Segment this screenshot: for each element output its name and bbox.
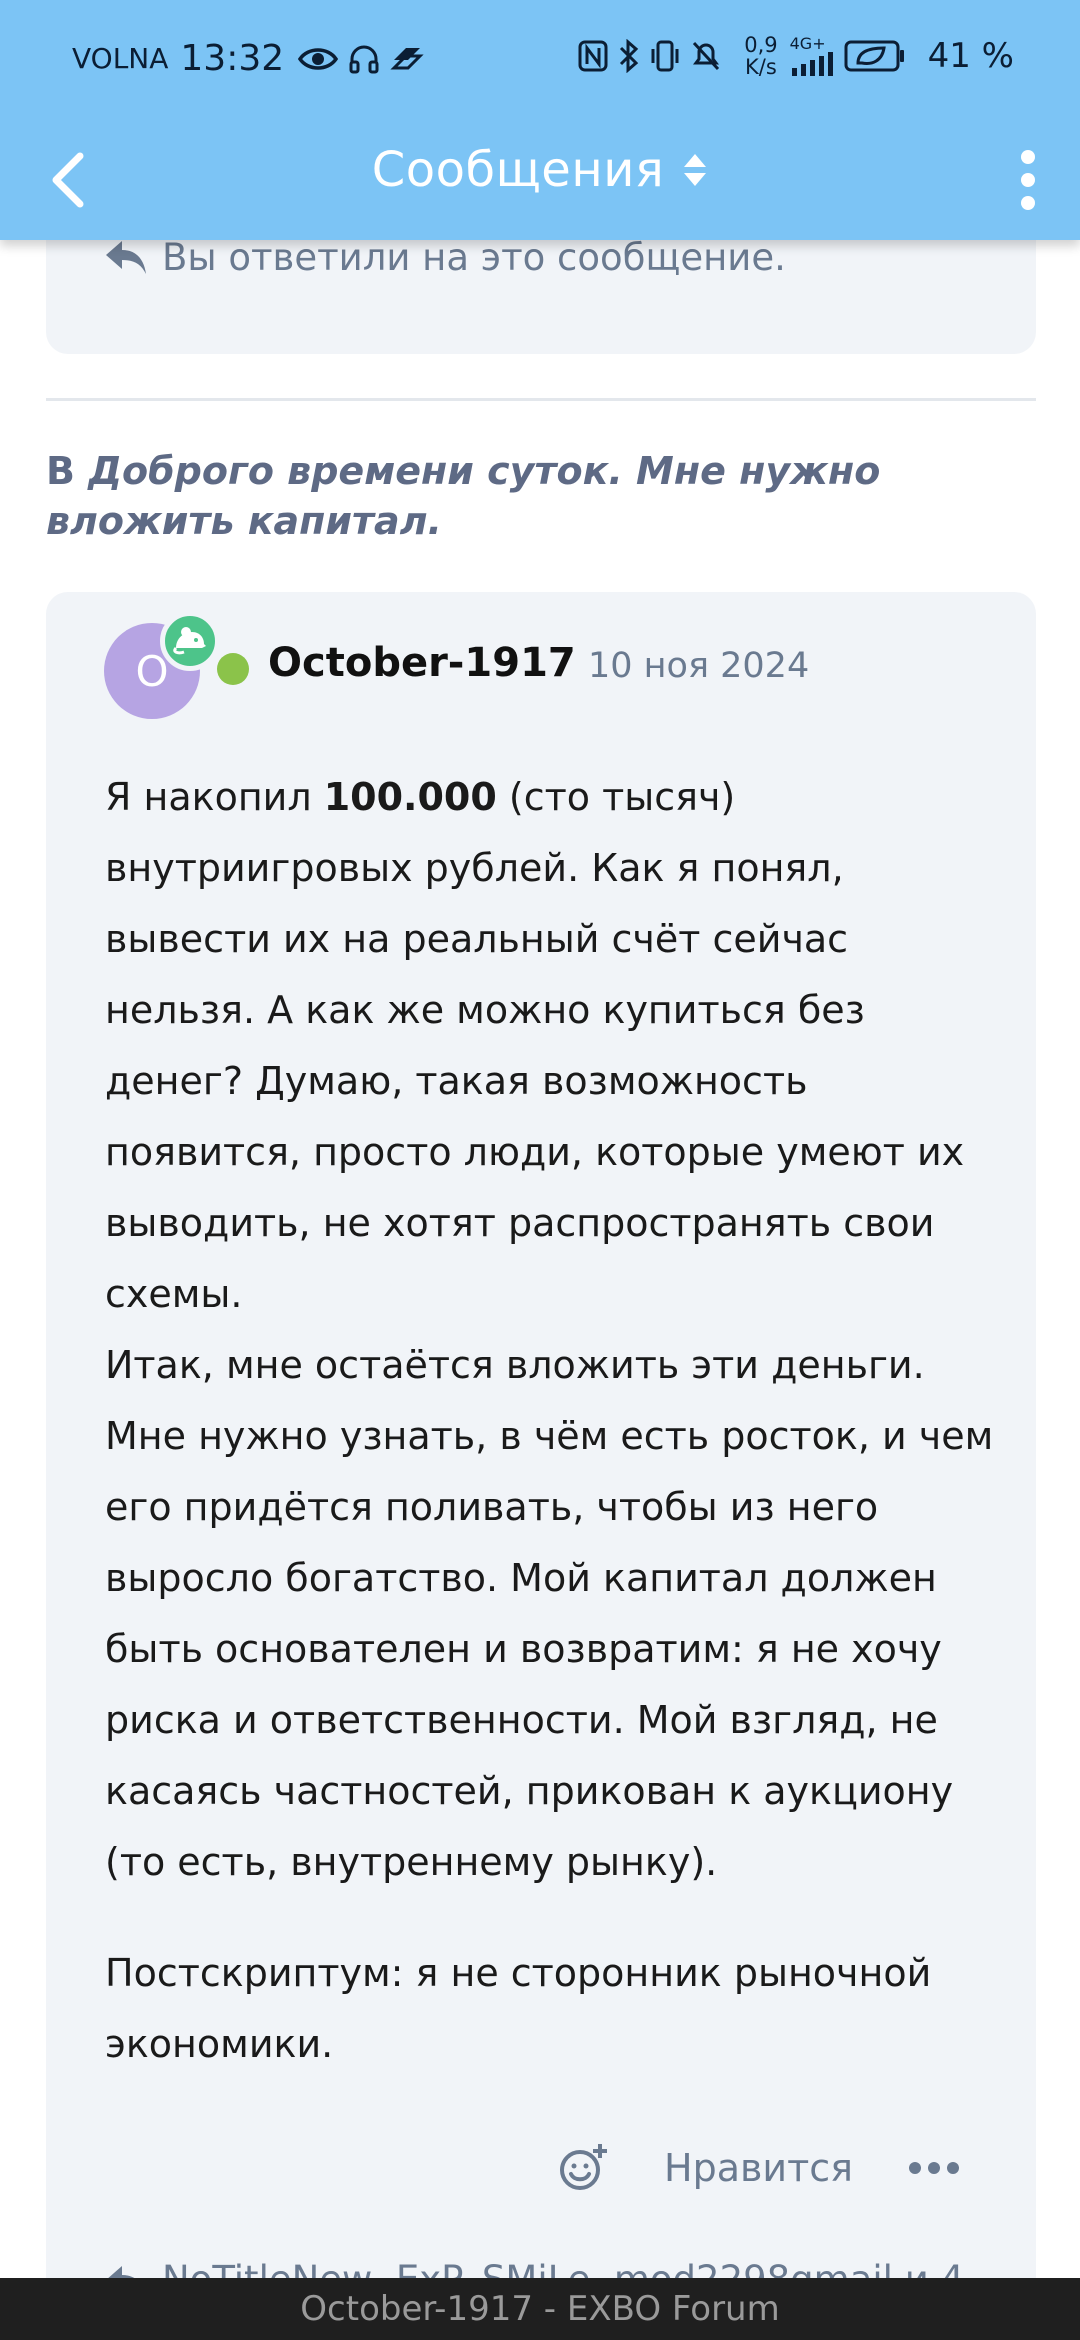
rat-badge-icon — [160, 611, 220, 671]
signal-icon: 4G+ — [790, 36, 834, 76]
post-paragraph-3: Постскриптум: я не сторонник рыночной эк… — [105, 1951, 932, 2066]
screen: VOLNA 13:32 0,9 K/s 4G+ 41 % Сообщения В… — [0, 0, 1080, 2340]
more-dot — [927, 2162, 940, 2174]
post-paragraph-1: Я накопил 100.000 (сто тысяч) внутриигро… — [105, 762, 995, 1330]
battery-icon — [844, 39, 906, 73]
app-bar: Сообщения — [0, 120, 1080, 240]
thread-reference: В Доброго времени суток. Мне нужно вложи… — [46, 446, 1036, 546]
network-speed-value: 0,9 — [744, 33, 778, 57]
more-dot — [946, 2162, 959, 2174]
network-type: 4G+ — [789, 34, 826, 53]
bluetooth-icon — [618, 39, 640, 73]
more-dot — [908, 2162, 921, 2174]
network-speed: 0,9 K/s — [744, 34, 777, 78]
post-paragraph-2: Итак, мне остаётся вложить эти деньги. М… — [105, 1343, 994, 1884]
vibrate-icon — [650, 39, 680, 73]
post-actions: Нравится — [556, 2140, 966, 2196]
headphones-icon — [348, 43, 380, 75]
nfc-icon — [578, 40, 608, 72]
title-sort-selector[interactable]: Сообщения — [0, 142, 1080, 198]
post-body: Я накопил 100.000 (сто тысяч) внутриигро… — [105, 762, 995, 2080]
thread-prefix: В — [46, 449, 75, 493]
more-vertical-icon — [1021, 150, 1035, 210]
online-status-indicator — [217, 653, 249, 685]
browser-page-title: October-1917 - EXBO Forum — [300, 2289, 780, 2329]
post-date: 10 ноя 2024 — [588, 646, 810, 686]
mute-icon — [690, 39, 722, 73]
replied-note-text: Вы ответили на это сообщение. — [162, 236, 786, 279]
post-text-amount: 100.000 — [323, 775, 497, 819]
post-text-continuation: (сто тысяч) внутриигровых рублей. Как я … — [105, 775, 965, 1316]
thread-title-link[interactable]: Доброго времени суток. Мне нужно вложить… — [46, 449, 880, 543]
overflow-menu-button[interactable] — [998, 142, 1058, 218]
page-title: Сообщения — [371, 142, 665, 198]
divider — [46, 398, 1036, 401]
eye-icon — [298, 45, 339, 73]
battery-percent: 41 % — [927, 36, 1014, 76]
add-reaction-button[interactable] — [556, 2140, 612, 2196]
status-bar-left: VOLNA 13:32 — [72, 38, 434, 79]
add-emoji-icon — [560, 2144, 607, 2190]
post-text-intro: Я накопил — [105, 775, 324, 819]
sort-arrows-icon — [682, 152, 708, 188]
replied-note: Вы ответили на это сообщение. — [104, 236, 786, 279]
browser-title-bar: October-1917 - EXBO Forum — [0, 2278, 1080, 2340]
carrier-name: VOLNA — [72, 42, 169, 75]
tv-icon — [390, 44, 424, 74]
clock: 13:32 — [180, 38, 285, 79]
post-more-button[interactable] — [908, 2162, 966, 2174]
reply-icon — [104, 239, 148, 277]
status-bar-right: 0,9 K/s 4G+ 41 % — [578, 34, 1014, 78]
status-bar: VOLNA 13:32 0,9 K/s 4G+ 41 % — [0, 0, 1080, 120]
like-button[interactable]: Нравится — [664, 2146, 853, 2190]
network-speed-unit: K/s — [745, 55, 777, 79]
top-bar: VOLNA 13:32 0,9 K/s 4G+ 41 % Сообщения — [0, 0, 1080, 240]
post-author[interactable]: October-1917 — [268, 640, 576, 686]
